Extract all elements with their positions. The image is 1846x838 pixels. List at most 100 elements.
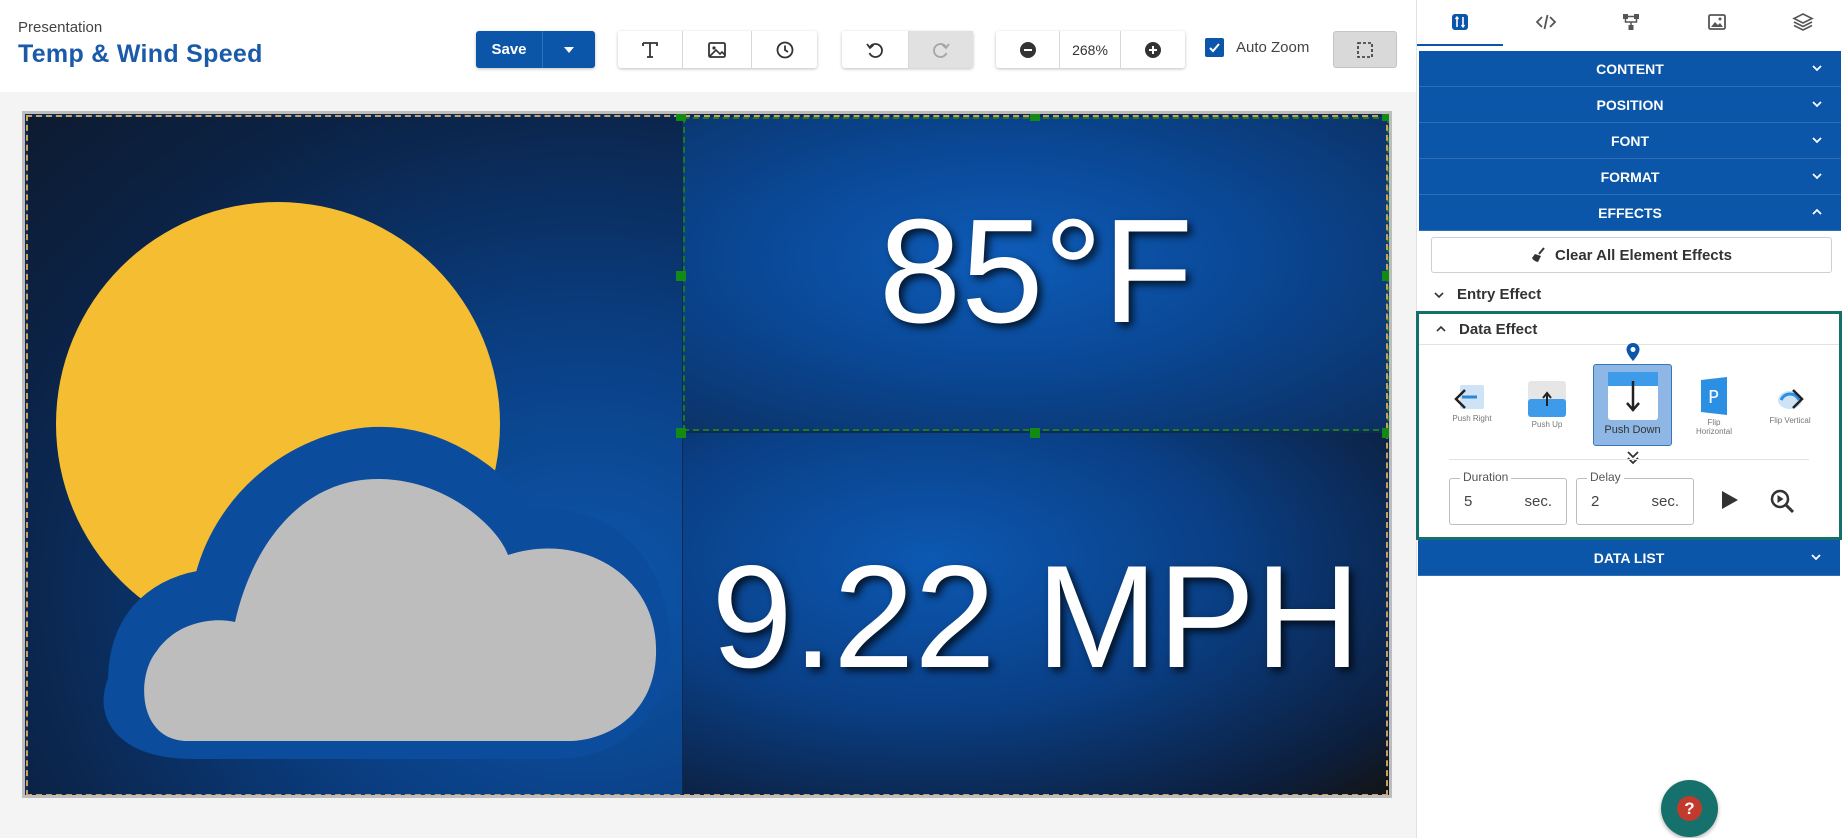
- resize-handle[interactable]: [1382, 114, 1389, 121]
- effect-label: Push Up: [1531, 420, 1563, 429]
- duration-unit: sec.: [1524, 493, 1552, 510]
- editor-workspace: Presentation Temp & Wind Speed Save 268%…: [0, 0, 1416, 838]
- help-icon: ?: [1677, 796, 1702, 821]
- clear-effects-label: Clear All Element Effects: [1554, 246, 1732, 264]
- caret-down-icon: [564, 46, 574, 53]
- presentation-canvas[interactable]: 85°F 9.22 MPH: [22, 111, 1392, 798]
- auto-zoom-label: Auto Zoom: [1236, 39, 1310, 56]
- save-button[interactable]: Save: [476, 31, 543, 68]
- code-icon: [1535, 14, 1556, 30]
- zoom-out-button[interactable]: [996, 31, 1060, 68]
- gallery-icon: [1708, 14, 1727, 30]
- section-data-list[interactable]: DATA LIST: [1418, 540, 1840, 576]
- section-content[interactable]: CONTENT: [1419, 51, 1841, 87]
- tab-code[interactable]: [1503, 0, 1589, 46]
- panel-tabs: [1417, 0, 1846, 46]
- undo-button[interactable]: [842, 31, 909, 68]
- redo-icon: [933, 42, 950, 58]
- resize-handle[interactable]: [676, 271, 686, 281]
- flow-icon: [1623, 14, 1640, 30]
- add-text-button[interactable]: [618, 31, 683, 68]
- data-effect-label: Data Effect: [1459, 320, 1538, 338]
- save-options-button[interactable]: [543, 31, 595, 68]
- auto-zoom-checkbox[interactable]: [1205, 38, 1224, 57]
- resize-handle[interactable]: [1382, 271, 1389, 281]
- temperature-value: 85°F: [878, 189, 1194, 354]
- preview-zoom-icon[interactable]: [1769, 488, 1795, 514]
- section-format-label: FORMAT: [1600, 168, 1660, 185]
- duration-label: Duration: [1460, 470, 1512, 484]
- check-icon: [1209, 43, 1220, 53]
- clear-effects-button[interactable]: Clear All Element Effects: [1431, 237, 1832, 273]
- delay-label: Delay: [1587, 470, 1624, 484]
- resize-handle[interactable]: [676, 114, 686, 121]
- section-font-label: FONT: [1610, 132, 1650, 149]
- expand-more-icon[interactable]: [1625, 450, 1641, 466]
- wind-speed-panel[interactable]: 9.22 MPH: [683, 433, 1389, 795]
- add-image-button[interactable]: [683, 31, 752, 68]
- effect-push-down[interactable]: Push Down: [1593, 364, 1672, 446]
- redo-button[interactable]: [909, 31, 973, 68]
- sliders-icon: [1451, 14, 1468, 30]
- tab-media[interactable]: [1674, 0, 1760, 46]
- help-button[interactable]: ?: [1661, 780, 1718, 837]
- entry-effect-label: Entry Effect: [1457, 286, 1542, 303]
- section-position[interactable]: POSITION: [1419, 87, 1841, 123]
- tab-data-flow[interactable]: [1589, 0, 1675, 46]
- tab-layers[interactable]: [1760, 0, 1846, 46]
- text-icon: [642, 41, 658, 58]
- effect-label: Flip Horizontal: [1695, 418, 1732, 436]
- resize-handle[interactable]: [1030, 114, 1040, 121]
- history-button-group: [842, 31, 973, 68]
- chevron-down-icon: [1812, 137, 1822, 144]
- auto-zoom-toggle[interactable]: Auto Zoom: [1205, 38, 1309, 57]
- resize-handle[interactable]: [1382, 428, 1389, 438]
- svg-text:P: P: [1708, 387, 1719, 408]
- chevron-down-icon: [1812, 65, 1822, 72]
- divider: [1449, 459, 1809, 460]
- section-data-list-label: DATA LIST: [1593, 549, 1665, 566]
- chevron-up-icon: [1436, 325, 1446, 332]
- image-icon: [708, 41, 726, 58]
- partly-cloudy-icon: [56, 202, 671, 759]
- zoom-level: 268%: [1060, 31, 1121, 68]
- effect-push-up[interactable]: Push Up: [1525, 380, 1569, 429]
- selection-frame-icon: [1357, 41, 1373, 58]
- section-effects-label: EFFECTS: [1598, 204, 1662, 221]
- section-effects[interactable]: EFFECTS: [1419, 195, 1841, 231]
- resize-handle[interactable]: [676, 428, 686, 438]
- minus-circle-icon: [1019, 41, 1036, 58]
- effect-label: Push Right: [1452, 414, 1492, 423]
- data-effect-toggle[interactable]: Data Effect: [1419, 314, 1839, 345]
- duration-value[interactable]: 5: [1464, 493, 1472, 510]
- select-area-button[interactable]: [1333, 31, 1397, 68]
- layers-icon: [1792, 13, 1814, 31]
- page-title: Temp & Wind Speed: [18, 40, 263, 68]
- chevron-down-icon: [1812, 173, 1822, 180]
- zoom-in-button[interactable]: [1121, 31, 1185, 68]
- delay-value[interactable]: 2: [1591, 493, 1599, 510]
- wind-speed-value: 9.22 MPH: [711, 535, 1361, 698]
- chevron-down-icon: [1811, 554, 1821, 561]
- carousel-prev-icon[interactable]: [1453, 388, 1469, 410]
- effect-flip-horizontal[interactable]: P Flip Horizontal: [1689, 376, 1739, 436]
- plus-circle-icon: [1145, 41, 1161, 58]
- push-up-effect-icon: [1528, 381, 1566, 417]
- section-font[interactable]: FONT: [1419, 123, 1841, 159]
- temperature-panel[interactable]: 85°F: [683, 117, 1389, 431]
- weather-icon-panel[interactable]: [28, 117, 682, 795]
- delay-unit: sec.: [1651, 493, 1679, 510]
- tab-properties[interactable]: [1417, 0, 1503, 46]
- chevron-up-icon: [1812, 208, 1822, 215]
- duration-field[interactable]: Duration 5 sec.: [1449, 470, 1567, 525]
- play-icon[interactable]: [1717, 488, 1741, 512]
- delay-field[interactable]: Delay 2 sec.: [1576, 470, 1694, 525]
- section-format[interactable]: FORMAT: [1419, 159, 1841, 195]
- add-clock-button[interactable]: [752, 31, 817, 68]
- save-button-group: Save: [476, 31, 595, 68]
- map-pin-icon: [1626, 343, 1640, 361]
- carousel-next-icon[interactable]: [1789, 388, 1805, 410]
- resize-handle[interactable]: [1030, 428, 1040, 438]
- clock-icon: [776, 41, 793, 58]
- entry-effect-toggle[interactable]: Entry Effect: [1417, 279, 1846, 310]
